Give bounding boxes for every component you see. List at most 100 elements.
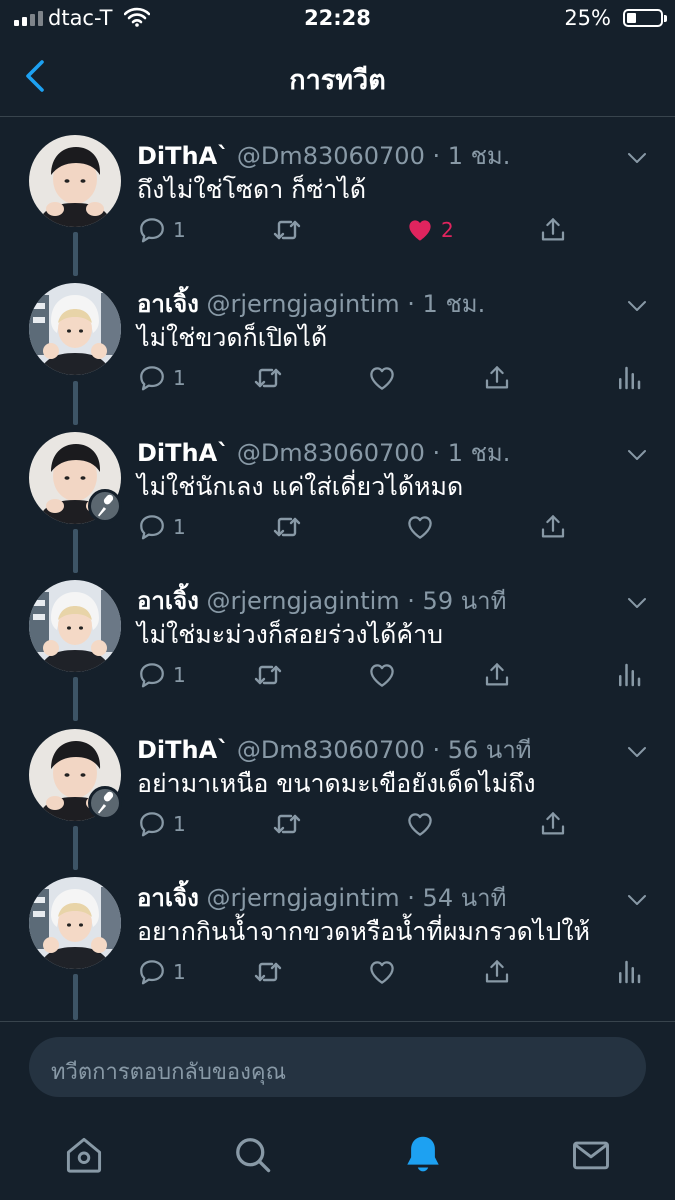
tweet-text: อย่ามาเหนือ ขนาดมะเขือยังเด็ดไม่ถึง — [137, 769, 536, 798]
reply-bar: ทวีตการตอบกลับของคุณ — [0, 1021, 675, 1112]
bell-icon — [407, 1136, 439, 1172]
reply-button[interactable]: 1 — [137, 511, 186, 543]
share-button[interactable] — [538, 511, 568, 543]
like-button[interactable] — [405, 808, 441, 840]
retweet-button[interactable] — [271, 214, 303, 246]
nav-header: การทวีต — [0, 38, 675, 117]
retweet-button[interactable] — [271, 511, 303, 543]
analytics-icon — [614, 363, 644, 393]
share-icon — [482, 660, 512, 690]
heart-icon — [367, 363, 397, 393]
tab-home[interactable] — [60, 1131, 108, 1179]
reply-button[interactable]: 1 — [137, 956, 186, 988]
share-button[interactable] — [482, 362, 512, 394]
like-button[interactable] — [367, 956, 403, 988]
display-name[interactable]: DiThA` — [137, 439, 229, 467]
reply-button[interactable]: 1 — [137, 808, 186, 840]
tweet[interactable]: อาเจิ้ง @rjerngjagintim · 59 นาที ไม่ใช่… — [0, 561, 675, 709]
search-icon — [236, 1138, 271, 1173]
reply-icon — [137, 957, 167, 987]
retweet-button[interactable] — [252, 659, 284, 691]
display-name[interactable]: อาเจิ้ง — [137, 884, 199, 912]
display-name[interactable]: DiThA` — [137, 736, 229, 764]
reply-input[interactable]: ทวีตการตอบกลับของคุณ — [29, 1037, 646, 1097]
tweet[interactable]: อาเจิ้ง @rjerngjagintim · 1 ชม. ไม่ใช่ขว… — [0, 264, 675, 412]
handle: @rjerngjagintim — [206, 587, 400, 615]
retweet-button[interactable] — [271, 808, 303, 840]
reply-button[interactable]: 1 — [137, 362, 186, 394]
reply-button[interactable]: 1 — [137, 659, 186, 691]
tab-messages[interactable] — [567, 1131, 615, 1179]
mail-icon — [573, 1141, 609, 1170]
share-button[interactable] — [482, 659, 512, 691]
tweet-actions: 1 2 — [0, 214, 675, 246]
reply-icon — [137, 809, 167, 839]
tab-bar — [0, 1111, 675, 1200]
reply-count: 1 — [173, 366, 186, 390]
tweet-actions: 1 — [0, 956, 675, 988]
reply-count: 1 — [173, 663, 186, 687]
retweet-icon — [271, 808, 303, 840]
retweet-button[interactable] — [252, 956, 284, 988]
chevron-down-icon[interactable] — [625, 591, 649, 615]
share-icon — [482, 363, 512, 393]
heart-filled-icon — [405, 215, 435, 245]
tab-notifications[interactable] — [399, 1131, 447, 1179]
analytics-button[interactable] — [614, 956, 644, 988]
chevron-down-icon[interactable] — [625, 888, 649, 912]
display-name[interactable]: อาเจิ้ง — [137, 587, 199, 615]
tweet[interactable]: DiThA` @Dm83060700 · 56 นาที อย่ามาเหนือ… — [0, 710, 675, 858]
heart-icon — [367, 660, 397, 690]
reply-button[interactable]: 1 — [137, 214, 186, 246]
status-bar: dtac-T 22:28 25% — [0, 0, 675, 38]
tweet-actions: 1 — [0, 362, 675, 394]
analytics-button[interactable] — [614, 362, 644, 394]
like-button[interactable] — [405, 511, 441, 543]
page-title: การทวีต — [289, 65, 386, 96]
tweet-actions: 1 — [0, 659, 675, 691]
analytics-button[interactable] — [614, 659, 644, 691]
handle: @rjerngjagintim — [206, 290, 400, 318]
like-count: 2 — [441, 218, 454, 242]
share-icon — [482, 957, 512, 987]
chevron-down-icon[interactable] — [625, 146, 649, 170]
tweet-text: ไม่ใช่มะม่วงก็สอยร่วงได้ค้าบ — [137, 620, 444, 649]
tweet-text: ถึงไม่ใช่โซดา ก็ซ่าได้ — [137, 175, 367, 204]
home-icon — [66, 1137, 102, 1173]
reply-icon — [137, 660, 167, 690]
retweet-icon — [252, 362, 284, 394]
analytics-icon — [614, 957, 644, 987]
display-name[interactable]: DiThA` — [137, 142, 229, 170]
tweet[interactable]: อาเจิ้ง @rjerngjagintim · 54 นาที อยากกิ… — [0, 858, 675, 1006]
like-button[interactable] — [367, 659, 403, 691]
share-button[interactable] — [538, 808, 568, 840]
handle: @rjerngjagintim — [206, 884, 400, 912]
display-name[interactable]: อาเจิ้ง — [137, 290, 199, 318]
chevron-down-icon[interactable] — [625, 740, 649, 764]
heart-icon — [405, 809, 435, 839]
retweet-icon — [252, 956, 284, 988]
battery-icon — [623, 9, 667, 27]
reply-count: 1 — [173, 515, 186, 539]
retweet-button[interactable] — [252, 362, 284, 394]
like-button[interactable] — [367, 362, 403, 394]
share-button[interactable] — [538, 214, 568, 246]
chevron-down-icon[interactable] — [625, 294, 649, 318]
reply-count: 1 — [173, 960, 186, 984]
timestamp: · 59 นาที — [407, 587, 507, 615]
timestamp: · 1 ชม. — [432, 439, 511, 467]
share-icon — [538, 512, 568, 542]
tweet[interactable]: DiThA` @Dm83060700 · 1 ชม. ถึงไม่ใช่โซดา… — [0, 116, 675, 264]
tweet-text: ไม่ใช่ขวดก็เปิดได้ — [137, 323, 328, 352]
timestamp: · 1 ชม. — [432, 142, 511, 170]
tab-search[interactable] — [229, 1131, 277, 1179]
share-button[interactable] — [482, 956, 512, 988]
handle: @Dm83060700 — [236, 142, 425, 170]
reply-count: 1 — [173, 812, 186, 836]
like-button[interactable]: 2 — [405, 214, 454, 246]
chevron-down-icon[interactable] — [625, 443, 649, 467]
retweet-icon — [271, 511, 303, 543]
tweet-text: ไม่ใช่นักเลง แค่ใส่เดี่ยวได้หมด — [137, 472, 464, 501]
tweet[interactable]: DiThA` @Dm83060700 · 1 ชม. ไม่ใช่นักเลง … — [0, 413, 675, 561]
retweet-icon — [271, 214, 303, 246]
